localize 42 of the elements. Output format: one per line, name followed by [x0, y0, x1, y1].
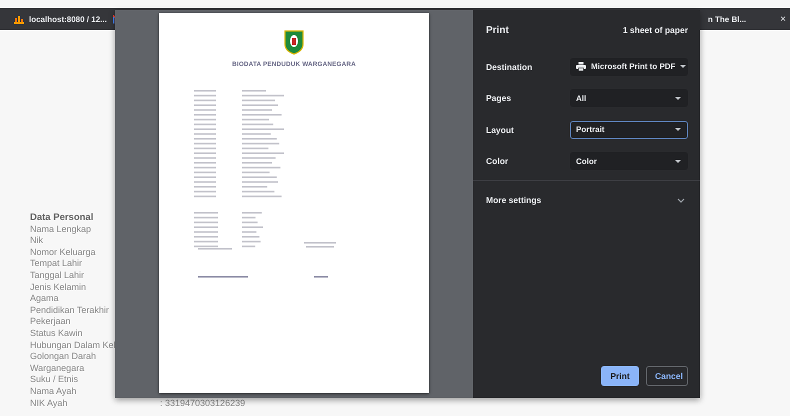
- field-label: Nama Ayah: [30, 386, 78, 398]
- section-title: Data Personal: [30, 212, 94, 224]
- browser-tab[interactable]: localhost:8080 / 12...: [14, 14, 107, 24]
- caret-icon: [680, 65, 686, 68]
- field-label: Status Kawin: [30, 328, 84, 340]
- field-label: Pendidikan Terakhir: [30, 304, 110, 316]
- dropdown-field[interactable]: Portrait: [570, 120, 688, 139]
- dropdown-field[interactable]: All: [570, 89, 688, 108]
- setting-label: Pages: [486, 93, 512, 104]
- caret-icon: [675, 160, 681, 163]
- field-label: Suku / Etnis: [30, 374, 80, 386]
- field-label: Nomor Keluarga: [30, 246, 97, 258]
- field-label: Tanggal Lahir: [30, 270, 86, 282]
- field-label: NIK Ayah: [30, 398, 68, 410]
- browser-tab[interactable]: n The Bl...: [708, 14, 746, 24]
- dropdown-field[interactable]: Color: [570, 152, 688, 170]
- sheet-count: 1 sheet of paper: [622, 25, 688, 37]
- caret-icon: [675, 96, 681, 100]
- caret-icon: [675, 128, 681, 132]
- more-settings-toggle[interactable]: More settings: [473, 181, 700, 205]
- field-label: Warganegara: [30, 362, 86, 374]
- printer-icon: [576, 62, 586, 72]
- cancel-button[interactable]: Cancel: [646, 366, 688, 386]
- field-value: : 3319470303126239: [160, 398, 246, 410]
- field-label: Nama Lengkap: [30, 224, 92, 236]
- field-label: Tempat Lahir: [30, 258, 84, 270]
- setting-label: Layout: [486, 124, 514, 135]
- dropdown-field[interactable]: Microsoft Print to PDF: [570, 58, 688, 76]
- field-label: Golongan Darah: [30, 351, 98, 363]
- shield-emblem-icon: [283, 29, 305, 55]
- setting-label: Destination: [486, 62, 532, 72]
- field-label: Hubungan Dalam Kel: [30, 340, 117, 352]
- dialog-title: Print: [486, 25, 509, 38]
- print-button[interactable]: Print: [601, 366, 639, 386]
- chevron-icon: [677, 198, 685, 202]
- field-label: Agama: [30, 293, 60, 305]
- chart-icon: [14, 14, 24, 24]
- field-label: Nik: [30, 235, 44, 247]
- close-tab-button[interactable]: ×: [780, 14, 786, 24]
- field-label: Jenis Kelamin: [30, 282, 88, 294]
- field-label: Pekerjaan: [30, 316, 72, 328]
- setting-label: Color: [486, 156, 508, 166]
